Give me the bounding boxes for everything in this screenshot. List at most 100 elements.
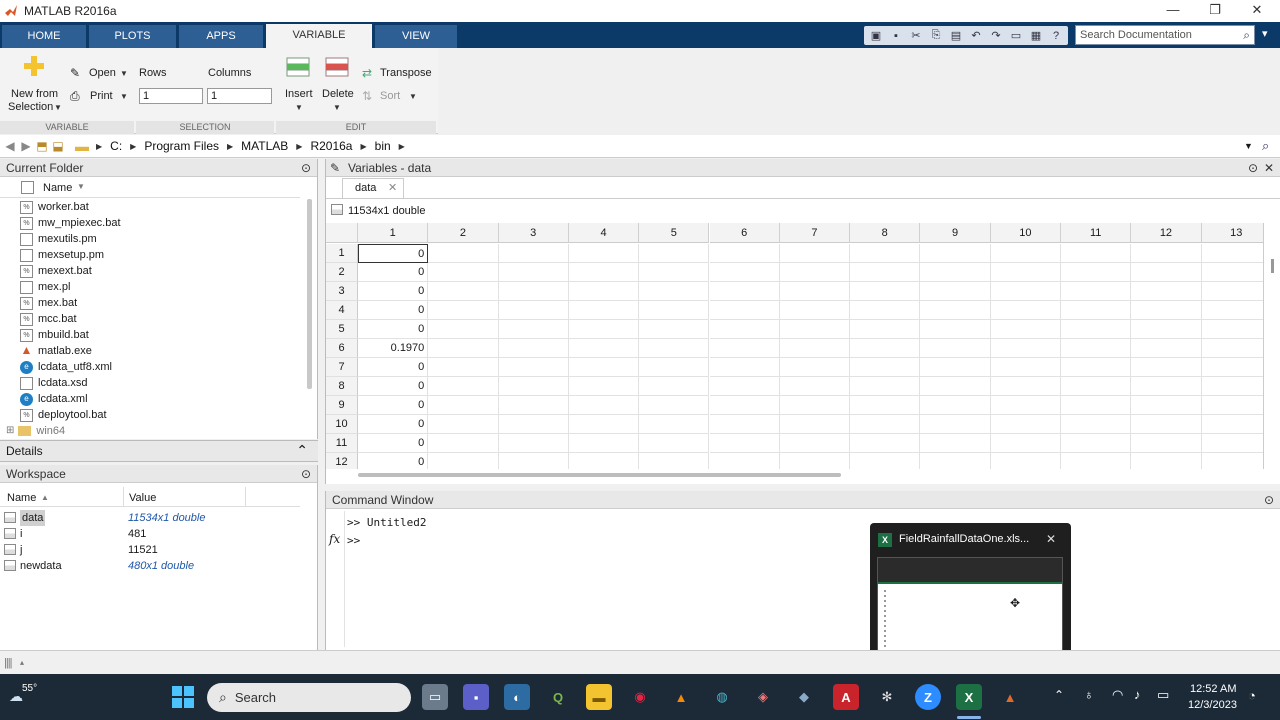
column-header[interactable]: 11 (1061, 223, 1132, 243)
grid-cell[interactable] (990, 415, 1061, 434)
crumb-program-files[interactable]: Program Files (144, 139, 219, 153)
file-item[interactable]: % worker.bat (20, 199, 89, 215)
clock-date[interactable]: 12/3/2023 (1188, 699, 1237, 711)
column-header[interactable]: 2 (428, 223, 499, 243)
delete-icon[interactable] (325, 57, 349, 77)
volume-icon[interactable]: ♪ (1134, 687, 1141, 702)
grid-cell[interactable] (709, 358, 780, 377)
grid-cell[interactable] (1061, 282, 1132, 301)
grid-cell[interactable]: 0.1970 (358, 339, 429, 358)
grid-cell[interactable] (569, 453, 640, 469)
grid-cell[interactable] (1201, 358, 1263, 377)
grid-cell[interactable] (639, 396, 710, 415)
grid-cell[interactable] (498, 396, 569, 415)
column-divider[interactable] (245, 487, 246, 507)
up-folder-icon[interactable]: ⬒ (34, 139, 50, 153)
grid-cell[interactable] (428, 301, 499, 320)
grid-cell[interactable] (779, 339, 851, 358)
grid-cell[interactable]: 0 (358, 263, 429, 282)
minimize-button[interactable]: — (1152, 0, 1194, 22)
copy-icon[interactable]: ⎘ (927, 28, 945, 44)
grid-cell[interactable] (850, 320, 921, 339)
grid-cell[interactable] (850, 358, 921, 377)
browse-folder-icon[interactable]: ⬓ (50, 139, 66, 153)
folder-scrollbar[interactable] (307, 199, 312, 389)
panel-actions-icon[interactable]: ⊙ (301, 465, 311, 483)
search-icon[interactable]: ⌕ (1243, 28, 1250, 43)
open-dropdown-icon[interactable]: ▼ (120, 69, 128, 78)
edge-icon[interactable]: ◍ (709, 684, 735, 710)
grid-cell[interactable] (1131, 396, 1202, 415)
grid-cell[interactable] (498, 339, 569, 358)
grid-cell[interactable] (779, 396, 851, 415)
file-item[interactable]: lcdata.xsd (20, 375, 88, 391)
grid-cell[interactable] (1061, 453, 1132, 469)
grid-cell[interactable] (428, 282, 499, 301)
grid-cell[interactable]: 0 (358, 453, 429, 469)
grid-cell[interactable] (498, 320, 569, 339)
row-header[interactable]: 7 (326, 358, 358, 377)
help-icon[interactable]: ? (1047, 28, 1065, 44)
grid-cell[interactable] (568, 301, 640, 320)
grid-cell[interactable] (428, 434, 499, 453)
close-tab-icon[interactable]: ✕ (388, 179, 397, 198)
grid-cell[interactable] (639, 301, 710, 320)
weather-temp[interactable]: 55° (22, 683, 37, 694)
rows-input[interactable]: 1 (139, 88, 203, 104)
row-header[interactable]: 1 (326, 244, 358, 263)
grid-cell[interactable] (1201, 263, 1263, 282)
grid-cell[interactable] (850, 434, 921, 453)
address-dropdown-icon[interactable]: ▼ (1244, 141, 1253, 151)
back-arrow-icon[interactable]: ◀ (2, 139, 18, 153)
grid-cell[interactable]: 0 (358, 434, 429, 453)
open-icon[interactable]: ✎ (70, 66, 80, 80)
grid-cell[interactable] (920, 377, 991, 396)
grid-cell[interactable] (990, 263, 1061, 282)
transpose-icon[interactable]: ⇄ (362, 66, 372, 80)
forward-arrow-icon[interactable]: ▶ (18, 139, 34, 153)
app-icon[interactable]: ◈ (750, 684, 776, 710)
grid-cell[interactable] (568, 434, 640, 453)
grid-cell[interactable] (1201, 320, 1263, 339)
grid-cell[interactable] (920, 453, 991, 469)
close-panel-icon[interactable]: ✕ (1264, 159, 1274, 177)
file-item[interactable]: mexsetup.pm (20, 247, 104, 263)
grid-cell[interactable]: 0 (358, 320, 429, 339)
file-item[interactable]: % mex.bat (20, 295, 77, 311)
grid-cell[interactable] (1061, 263, 1132, 282)
grid-cell[interactable] (850, 301, 921, 320)
grid-cell[interactable] (709, 320, 780, 339)
row-header[interactable]: 9 (326, 396, 358, 415)
grid-cell[interactable] (990, 434, 1061, 453)
grid-cell[interactable] (1061, 320, 1132, 339)
grid-cell[interactable] (1061, 244, 1132, 263)
grid-cell[interactable] (709, 396, 780, 415)
grid-cell[interactable] (568, 320, 640, 339)
grid-cell[interactable] (850, 396, 921, 415)
grid-cell[interactable] (428, 320, 499, 339)
workspace-var-row[interactable]: i 481 (0, 526, 300, 542)
grid-cell[interactable] (498, 377, 569, 396)
grid-cell[interactable] (1131, 453, 1202, 469)
collapse-up-icon[interactable]: ⌃ (296, 442, 308, 459)
grid-cell[interactable] (1202, 453, 1263, 469)
grid-cell[interactable] (639, 320, 710, 339)
file-item[interactable]: % mw_mpiexec.bat (20, 215, 121, 231)
grid-cell[interactable] (850, 415, 921, 434)
grid-cell[interactable] (920, 434, 991, 453)
layout-icon[interactable]: ▣ (867, 28, 885, 44)
file-item[interactable]: ▲ matlab.exe (20, 343, 92, 359)
grid-cell[interactable] (499, 453, 569, 469)
grid-cell[interactable] (1131, 358, 1202, 377)
grid-cell[interactable] (850, 453, 921, 469)
panel-actions-icon[interactable]: ⊙ (1264, 491, 1274, 509)
grid-cell[interactable] (710, 453, 780, 469)
grid-cell[interactable] (920, 282, 991, 301)
name-column-header[interactable]: Name (43, 182, 72, 194)
grid-cell[interactable] (568, 263, 640, 282)
crumb-matlab[interactable]: MATLAB (241, 139, 288, 153)
grid-vertical-scrollbar[interactable] (1263, 223, 1280, 469)
workspace-var-row[interactable]: data 11534x1 double (0, 510, 300, 526)
tab-variable[interactable]: VARIABLE (266, 24, 372, 48)
print-button[interactable]: Print (90, 90, 113, 102)
